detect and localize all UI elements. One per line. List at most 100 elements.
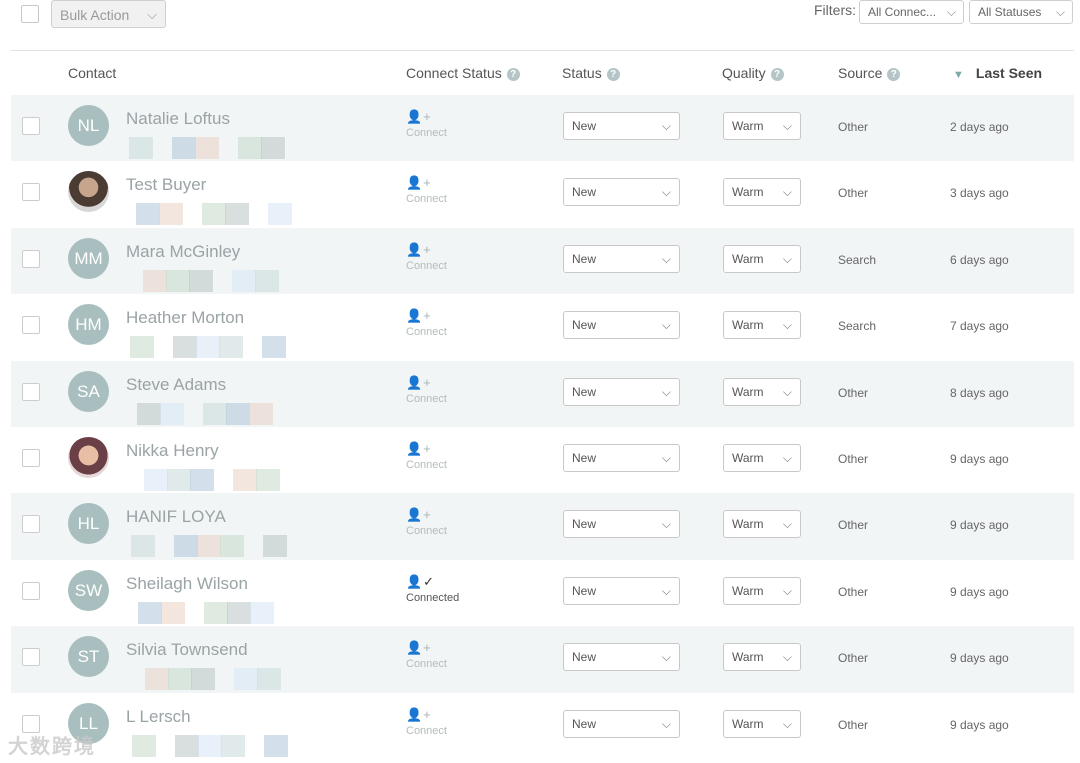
avatar[interactable]: SA bbox=[68, 370, 109, 412]
status-select[interactable]: New ⌵ bbox=[563, 178, 680, 207]
connect-status-label: Connected bbox=[406, 591, 460, 604]
connect-status-label: Connect bbox=[406, 525, 447, 538]
chevron-down-icon: ⌵ bbox=[661, 384, 671, 399]
quality-select[interactable]: Warm ⌵ bbox=[723, 244, 801, 273]
column-header-connect-status[interactable]: Connect Status? bbox=[406, 51, 520, 95]
table-row[interactable]: MM Mara McGinley 👤+ Connect New ⌵ Warm ⌵… bbox=[11, 227, 1074, 295]
quality-select[interactable]: Warm ⌵ bbox=[723, 178, 801, 207]
connect-status[interactable]: 👤✓ Connected bbox=[406, 574, 486, 604]
status-select[interactable]: New ⌵ bbox=[563, 244, 680, 273]
avatar[interactable] bbox=[68, 171, 109, 213]
contact-name[interactable]: Natalie Loftus bbox=[126, 109, 230, 129]
status-select[interactable]: New ⌵ bbox=[563, 510, 680, 539]
quality-select[interactable]: Warm ⌵ bbox=[723, 510, 801, 539]
column-header-status[interactable]: Status? bbox=[562, 51, 620, 95]
chevron-down-icon: ⌵ bbox=[782, 251, 792, 266]
avatar[interactable]: SW bbox=[68, 569, 109, 611]
contact-name[interactable]: Heather Morton bbox=[126, 308, 244, 328]
table-row[interactable]: Nikka Henry 👤+ Connect New ⌵ Warm ⌵ Othe… bbox=[11, 427, 1074, 493]
row-checkbox[interactable] bbox=[22, 382, 40, 401]
quality-select[interactable]: Warm ⌵ bbox=[723, 576, 801, 605]
status-select[interactable]: New ⌵ bbox=[563, 377, 680, 406]
status-value: New bbox=[572, 450, 597, 465]
status-select[interactable]: New ⌵ bbox=[563, 112, 680, 140]
row-checkbox[interactable] bbox=[22, 117, 40, 135]
avatar[interactable]: MM bbox=[68, 237, 109, 279]
connect-status[interactable]: 👤+ Connect bbox=[406, 375, 486, 405]
contacts-table-body: NL Natalie Loftus 👤+ Connect New ⌵ Warm … bbox=[11, 95, 1074, 759]
help-icon[interactable]: ? bbox=[606, 68, 620, 81]
row-checkbox[interactable] bbox=[22, 316, 40, 335]
status-select[interactable]: New ⌵ bbox=[563, 311, 680, 340]
connect-status[interactable]: 👤+ Connect bbox=[406, 242, 486, 272]
column-header-quality[interactable]: Quality? bbox=[722, 51, 784, 95]
contact-name[interactable]: Steve Adams bbox=[126, 375, 226, 395]
chevron-down-icon: ⌵ bbox=[661, 185, 671, 200]
contact-name[interactable]: HANIF LOYA bbox=[126, 507, 226, 527]
source-value: Search bbox=[838, 319, 877, 334]
table-row[interactable]: NL Natalie Loftus 👤+ Connect New ⌵ Warm … bbox=[11, 95, 1074, 162]
quality-select[interactable]: Warm ⌵ bbox=[723, 643, 801, 672]
table-row[interactable]: HL HANIF LOYA 👤+ Connect New ⌵ Warm ⌵ Ot… bbox=[11, 493, 1074, 560]
row-checkbox[interactable] bbox=[22, 648, 40, 667]
contact-name[interactable]: L Lersch bbox=[126, 707, 191, 727]
contact-name[interactable]: Test Buyer bbox=[126, 175, 206, 195]
contact-name[interactable]: Mara McGinley bbox=[126, 242, 240, 262]
avatar[interactable]: NL bbox=[68, 105, 109, 146]
avatar[interactable]: HM bbox=[68, 304, 109, 346]
row-checkbox[interactable] bbox=[22, 581, 40, 600]
connect-status[interactable]: 👤+ Connect bbox=[406, 507, 486, 537]
status-select[interactable]: New ⌵ bbox=[563, 443, 680, 472]
connect-filter-select[interactable]: All Connec... ⌵ bbox=[859, 0, 964, 24]
status-filter-value: All Statuses bbox=[978, 5, 1042, 19]
connect-status[interactable]: 👤+ Connect bbox=[406, 175, 486, 205]
table-row[interactable]: SW Sheilagh Wilson 👤✓ Connected New ⌵ Wa… bbox=[11, 560, 1074, 626]
avatar[interactable] bbox=[68, 436, 109, 478]
column-header-contact[interactable]: Contact bbox=[68, 51, 116, 95]
row-checkbox[interactable] bbox=[22, 448, 40, 467]
connect-status[interactable]: 👤+ Connect bbox=[406, 441, 486, 471]
quality-select[interactable]: Warm ⌵ bbox=[723, 709, 801, 738]
select-all-checkbox[interactable] bbox=[21, 5, 39, 23]
avatar[interactable]: ST bbox=[68, 636, 109, 678]
connect-status-label: Connect bbox=[406, 193, 447, 206]
status-value: New bbox=[572, 318, 597, 333]
help-icon[interactable]: ? bbox=[770, 68, 784, 81]
quality-select[interactable]: Warm ⌵ bbox=[723, 112, 801, 140]
column-header-last-seen[interactable]: ▼ Last Seen bbox=[953, 51, 1042, 97]
avatar[interactable]: HL bbox=[68, 503, 109, 545]
row-checkbox[interactable] bbox=[22, 249, 40, 268]
contact-name[interactable]: Nikka Henry bbox=[126, 441, 219, 461]
status-filter-select[interactable]: All Statuses ⌵ bbox=[969, 0, 1073, 24]
connect-status[interactable]: 👤+ Connect bbox=[406, 707, 486, 737]
contact-name[interactable]: Sheilagh Wilson bbox=[126, 574, 248, 594]
column-label: Status bbox=[562, 65, 602, 81]
quality-value: Warm bbox=[732, 384, 764, 399]
row-checkbox[interactable] bbox=[22, 515, 40, 534]
table-row[interactable]: Test Buyer 👤+ Connect New ⌵ Warm ⌵ Other… bbox=[11, 161, 1074, 227]
status-value: New bbox=[572, 650, 597, 665]
bulk-action-dropdown[interactable]: Bulk Action ⌵ bbox=[51, 0, 166, 28]
last-seen-value: 9 days ago bbox=[950, 584, 1009, 599]
table-row[interactable]: ST Silvia Townsend 👤+ Connect New ⌵ Warm… bbox=[11, 626, 1074, 693]
table-row[interactable]: LL L Lersch 👤+ Connect New ⌵ Warm ⌵ Othe… bbox=[11, 693, 1074, 759]
status-select[interactable]: New ⌵ bbox=[563, 643, 680, 672]
quality-select[interactable]: Warm ⌵ bbox=[723, 377, 801, 406]
connect-status[interactable]: 👤+ Connect bbox=[406, 640, 486, 670]
table-row[interactable]: SA Steve Adams 👤+ Connect New ⌵ Warm ⌵ O… bbox=[11, 360, 1074, 427]
contact-name[interactable]: Silvia Townsend bbox=[126, 640, 248, 660]
status-select[interactable]: New ⌵ bbox=[563, 576, 680, 605]
table-row[interactable]: HM Heather Morton 👤+ Connect New ⌵ Warm … bbox=[11, 294, 1074, 360]
connect-status[interactable]: 👤+ Connect bbox=[406, 109, 486, 139]
redacted-contact-details bbox=[119, 332, 304, 359]
help-icon[interactable]: ? bbox=[887, 68, 901, 81]
quality-select[interactable]: Warm ⌵ bbox=[723, 311, 801, 340]
column-header-source[interactable]: Source? bbox=[838, 51, 901, 95]
table-header: Contact Connect Status? Status? Quality?… bbox=[11, 50, 1074, 97]
status-select[interactable]: New ⌵ bbox=[563, 709, 680, 738]
chevron-down-icon: ⌵ bbox=[782, 583, 792, 598]
quality-select[interactable]: Warm ⌵ bbox=[723, 443, 801, 472]
help-icon[interactable]: ? bbox=[506, 68, 520, 81]
row-checkbox[interactable] bbox=[22, 183, 40, 202]
connect-status[interactable]: 👤+ Connect bbox=[406, 308, 486, 338]
